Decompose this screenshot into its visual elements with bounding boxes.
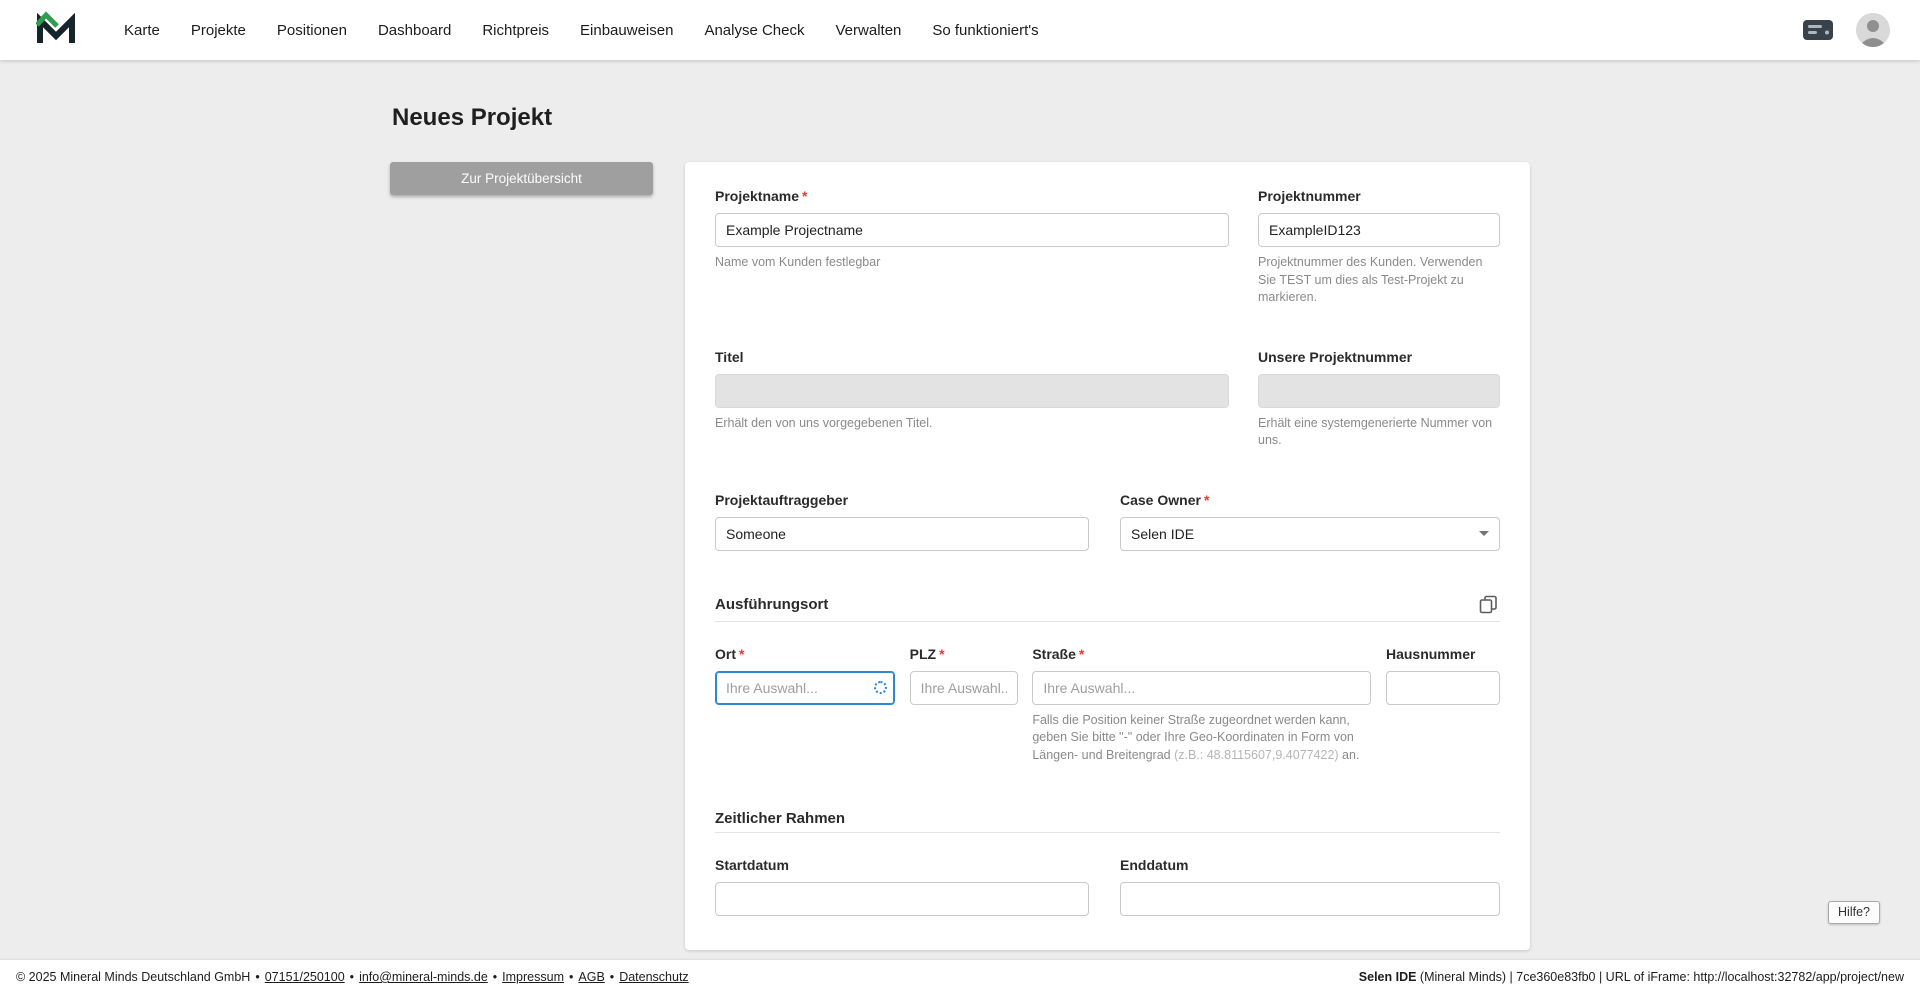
nav-item-verwalten[interactable]: Verwalten [834,16,904,45]
enddatum-input[interactable] [1120,882,1500,916]
required-asterisk: * [1078,645,1085,662]
mineral-minds-logo[interactable] [36,11,76,49]
strasse-label: Straße * [1032,645,1085,662]
session-info: Selen IDE (Mineral Minds) | 7ce360e83fb0… [1359,970,1904,984]
zur-projektuebersicht-button[interactable]: Zur Projektübersicht [390,162,653,195]
ausfuehrungsort-title: Ausführungsort [715,595,829,613]
copy-icon[interactable] [1477,593,1500,616]
ort-input[interactable] [715,670,895,705]
footer-link-agb[interactable]: AGB [578,970,604,984]
projektnummer-helper: Projektnummer des Kunden. Verwenden Sie … [1258,255,1483,304]
ausfuehrungsort-section-header: Ausführungsort [715,593,1500,622]
nav-item-einbauweisen[interactable]: Einbauweisen [578,16,675,45]
main-area: Neues Projekt Zur Projektübersicht Proje… [0,60,1920,960]
footer-link-impressum[interactable]: Impressum [502,970,564,984]
footer: © 2025 Mineral Minds Deutschland GmbH • … [0,960,1920,994]
project-form-card: Projektname* Name vom Kunden festlegbar … [685,162,1530,950]
nav-item-so-funktionierts[interactable]: So funktioniert's [930,16,1040,45]
case-owner-label: Case Owner * [1120,491,1210,508]
separator: • [609,970,615,984]
startdatum-label: Startdatum [715,857,789,873]
hausnummer-input[interactable] [1385,670,1500,705]
separator: • [349,970,355,984]
nav-item-positionen[interactable]: Positionen [275,16,349,45]
separator: • [492,970,498,984]
projektname-helper: Name vom Kunden festlegbar [715,255,881,269]
zeitlicher-rahmen-title: Zeitlicher Rahmen [715,810,846,827]
session-details: (Mineral Minds) | 7ce360e83fb0 | URL of … [1416,970,1904,984]
help-button[interactable]: Hilfe? [1828,901,1880,924]
titel-input [715,373,1229,408]
required-asterisk: * [739,645,745,662]
footer-link-phone[interactable]: 07151/250100 [265,970,345,984]
projektnummer-input[interactable] [1258,213,1500,247]
zeitlicher-rahmen-section-header: Zeitlicher Rahmen [715,810,1500,833]
strasse-helper: Falls die Position keiner Straße zugeord… [1032,712,1360,762]
projektname-label: Projektname * [715,188,808,204]
nav-item-analyse-check[interactable]: Analyse Check [702,16,806,45]
ort-label: Ort * [715,645,745,662]
person-icon [1856,13,1890,47]
topbar-right [1802,13,1900,47]
loading-spinner-icon [874,680,887,694]
plz-label: PLZ * [909,645,945,662]
projektauftraggeber-label: Projektauftraggeber [715,491,849,508]
footer-link-email[interactable]: info@mineral-minds.de [359,970,488,984]
separator: • [255,970,260,984]
server-icon[interactable] [1802,19,1834,41]
logo-icon [36,11,75,43]
titel-helper: Erhält den von uns vorgegebenen Titel. [715,415,933,430]
titel-label: Titel [715,348,744,365]
case-owner-select[interactable]: Selen IDE [1120,516,1500,551]
user-avatar[interactable] [1856,13,1890,47]
required-asterisk: * [1203,491,1210,508]
nav-item-projekte[interactable]: Projekte [189,16,248,45]
hausnummer-label: Hausnummer [1385,645,1476,662]
session-user: Selen IDE [1358,970,1417,984]
strasse-input[interactable] [1032,670,1372,705]
unsere-projektnummer-label: Unsere Projektnummer [1258,348,1413,365]
required-asterisk: * [802,188,808,204]
required-asterisk: * [939,645,945,662]
projektnummer-label: Projektnummer [1258,188,1361,204]
top-navigation-bar: Karte Projekte Positionen Dashboard Rich… [0,0,1920,60]
copyright-text: © 2025 Mineral Minds Deutschland GmbH [16,970,251,984]
startdatum-input[interactable] [715,882,1089,916]
unsere-projektnummer-input [1258,373,1500,408]
unsere-projektnummer-helper: Erhält eine systemgenerierte Nummer von … [1258,415,1493,448]
geo-example-text: (z.B.: 48.8115607,9.4077422) [1174,747,1339,762]
footer-link-datenschutz[interactable]: Datenschutz [619,970,688,984]
nav-item-dashboard[interactable]: Dashboard [376,16,453,45]
projektauftraggeber-input[interactable] [715,516,1089,551]
plz-input[interactable] [909,670,1018,705]
nav-item-richtpreis[interactable]: Richtpreis [480,16,551,45]
nav-item-karte[interactable]: Karte [122,16,162,45]
chevron-down-icon [1479,531,1489,536]
projektname-input[interactable] [715,213,1229,247]
enddatum-label: Enddatum [1120,857,1189,873]
page-title: Neues Projekt [392,104,553,131]
case-owner-selected-value: Selen IDE [1131,525,1195,542]
footer-left: © 2025 Mineral Minds Deutschland GmbH • … [16,970,689,984]
main-nav: Karte Projekte Positionen Dashboard Rich… [122,16,1041,45]
separator: • [569,970,574,984]
